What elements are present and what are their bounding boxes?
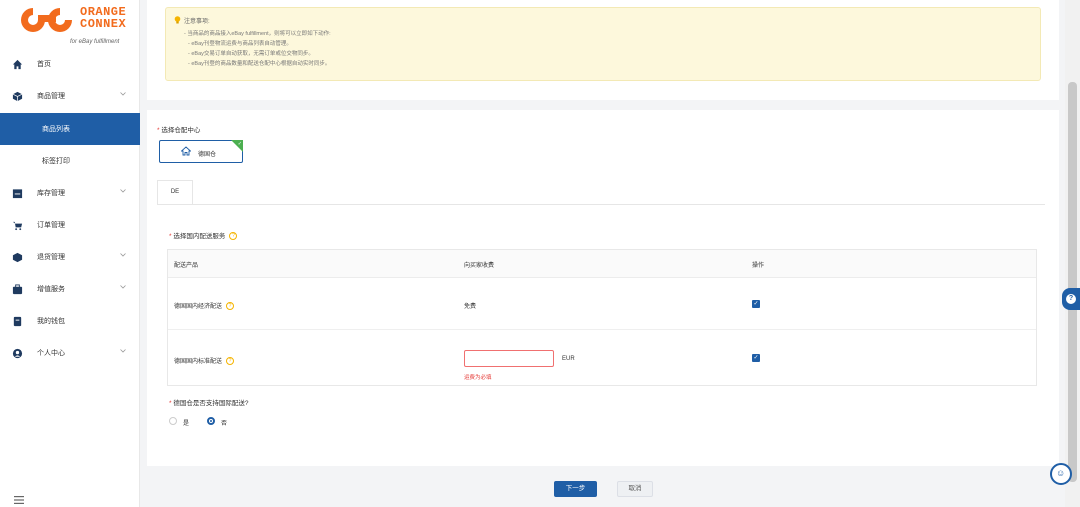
currency-unit: EUR — [562, 356, 575, 362]
help-icon[interactable]: ? — [226, 357, 235, 366]
customer-service-button[interactable]: ☺ — [1050, 463, 1072, 485]
logo-text: ORANGE CONNEX — [80, 6, 126, 30]
cart-icon — [12, 221, 23, 230]
orange-connex-logo-icon — [21, 8, 72, 32]
main-content: 注意事项: - 当商品的商品接入eBay fulfillment，则将可以立即如… — [147, 0, 1059, 507]
chevron-down-icon — [120, 189, 126, 193]
row-checkbox[interactable]: ✓ — [752, 354, 760, 362]
sidebar: ORANGE CONNEX for eBay fulfillment 首页 商品… — [0, 0, 140, 507]
chevron-down-icon — [120, 285, 126, 289]
sidebar-item-label: 商品管理 — [37, 93, 65, 100]
sidebar-item-products[interactable]: 商品管理 — [0, 80, 140, 112]
scrollbar-thumb[interactable] — [1068, 82, 1077, 482]
row-charge: 免费 — [464, 304, 477, 310]
notice-line: - eBay刊登物流运费与商品列表自动管理。 — [188, 41, 292, 47]
sidebar-item-label: 退货管理 — [37, 254, 65, 261]
sidebar-item-label: 增值服务 — [37, 286, 65, 293]
check-icon: ✓ — [237, 141, 242, 147]
warehouse-icon — [12, 188, 23, 198]
warehouse-home-icon — [181, 146, 191, 156]
validation-error: 运费为必填 — [464, 375, 492, 381]
sidebar-item-profile[interactable]: 个人中心 — [0, 337, 140, 369]
table-row: 德国国内经济配送? 免费 ✓ — [168, 278, 1036, 330]
return-icon — [12, 252, 23, 262]
row-checkbox[interactable]: ✓ — [752, 300, 760, 308]
cancel-button[interactable]: 取消 — [617, 481, 653, 497]
user-icon — [12, 348, 23, 358]
notice-panel: 注意事项: - 当商品的商品接入eBay fulfillment，则将可以立即如… — [147, 0, 1059, 100]
warehouse-option-germany[interactable]: 德国仓 ✓ — [159, 140, 243, 163]
domestic-section-label: 选择国内配送服务? — [169, 230, 238, 241]
sidebar-item-inventory[interactable]: 库存管理 — [0, 177, 140, 209]
vertical-scrollbar[interactable] — [1065, 0, 1080, 507]
chevron-down-icon — [120, 92, 126, 96]
next-button[interactable]: 下一步 — [554, 481, 597, 497]
row-product-text: 德国国内标准配送 — [174, 359, 223, 365]
app-window: ORANGE CONNEX for eBay fulfillment 首页 商品… — [0, 0, 1080, 507]
table-row: 德国国内标准配送? ✓ — [168, 330, 1036, 386]
floating-help-tab[interactable]: ? — [1062, 288, 1080, 310]
lightbulb-icon — [174, 16, 181, 24]
help-icon[interactable]: ? — [226, 302, 235, 311]
tab-de[interactable]: DE — [157, 180, 193, 204]
brand-logo[interactable]: ORANGE CONNEX for eBay fulfillment — [18, 4, 136, 50]
question-icon: ? — [1066, 294, 1076, 304]
column-header-charge: 向买家收费 — [464, 263, 495, 269]
config-panel: 选择仓配中心 德国仓 ✓ DE 选择国内配送服务? 配送产品 向买家收费 操作 — [147, 110, 1059, 466]
sidebar-item-label: 首页 — [37, 61, 51, 68]
footer-bar — [147, 466, 1059, 507]
domestic-section-label-text: 选择国内配送服务 — [173, 233, 226, 240]
sidebar-item-label: 个人中心 — [37, 350, 65, 357]
notice-title: 注意事项: — [184, 19, 210, 25]
box-icon — [12, 91, 23, 101]
wallet-icon — [13, 316, 22, 326]
chevron-down-icon — [120, 349, 126, 353]
radio-no-label: 否 — [221, 421, 228, 427]
sidebar-item-value-added[interactable]: 增值服务 — [0, 273, 140, 305]
international-question: 德国仓是否支持国际配送? — [169, 397, 248, 407]
sidebar-item-wallet[interactable]: 我的钱包 — [0, 305, 140, 337]
row-product: 德国国内标准配送? — [174, 356, 235, 366]
warehouse-option-label: 德国仓 — [198, 152, 217, 158]
logo-tagline: for eBay fulfillment — [70, 39, 120, 45]
sidebar-item-label-print[interactable]: 标签打印 — [0, 145, 140, 177]
help-icon[interactable]: ? — [229, 232, 238, 241]
service-icon — [12, 283, 23, 294]
logo-line2: CONNEX — [80, 17, 127, 31]
sidebar-item-returns[interactable]: 退货管理 — [0, 241, 140, 273]
sidebar-item-label: 商品列表 — [42, 126, 70, 133]
radio-yes-label: 是 — [183, 421, 190, 427]
notice-line: - 当商品的商品接入eBay fulfillment，则将可以立即如下动作: — [184, 31, 331, 37]
shipping-table: 配送产品 向买家收费 操作 德国国内经济配送? 免费 ✓ 德国国内标准配送? ✓… — [167, 249, 1037, 386]
sidebar-item-label: 我的钱包 — [37, 318, 65, 325]
chat-icon: ☺ — [1056, 468, 1066, 478]
sidebar-item-product-list[interactable]: 商品列表 — [0, 113, 140, 145]
tab-divider — [157, 204, 1045, 205]
warehouse-section-label: 选择仓配中心 — [157, 124, 200, 134]
sidebar-item-label: 库存管理 — [37, 190, 65, 197]
sidebar-item-label: 标签打印 — [42, 158, 70, 165]
table-header: 配送产品 向买家收费 操作 — [168, 250, 1036, 278]
home-icon — [12, 59, 23, 69]
menu-collapse-icon[interactable] — [14, 496, 24, 504]
radio-no[interactable] — [207, 417, 215, 425]
chevron-down-icon — [120, 253, 126, 257]
column-header-product: 配送产品 — [174, 263, 199, 269]
notice-line: - eBay刊登的商品数量和配送仓配中心根据自动实时同步。 — [188, 61, 331, 67]
radio-yes[interactable] — [169, 417, 177, 425]
sidebar-item-label: 订单管理 — [37, 222, 65, 229]
row-product-text: 德国国内经济配送 — [174, 304, 223, 310]
notice-line: - eBay交易订单自动获取，无需订单或位交物同步。 — [188, 51, 314, 57]
column-header-action: 操作 — [752, 263, 765, 269]
sidebar-item-home[interactable]: 首页 — [0, 48, 140, 80]
row-product: 德国国内经济配送? — [174, 301, 235, 311]
shipping-fee-input[interactable] — [464, 350, 554, 367]
notice-box: 注意事项: - 当商品的商品接入eBay fulfillment，则将可以立即如… — [165, 7, 1041, 81]
sidebar-item-orders[interactable]: 订单管理 — [0, 209, 140, 241]
